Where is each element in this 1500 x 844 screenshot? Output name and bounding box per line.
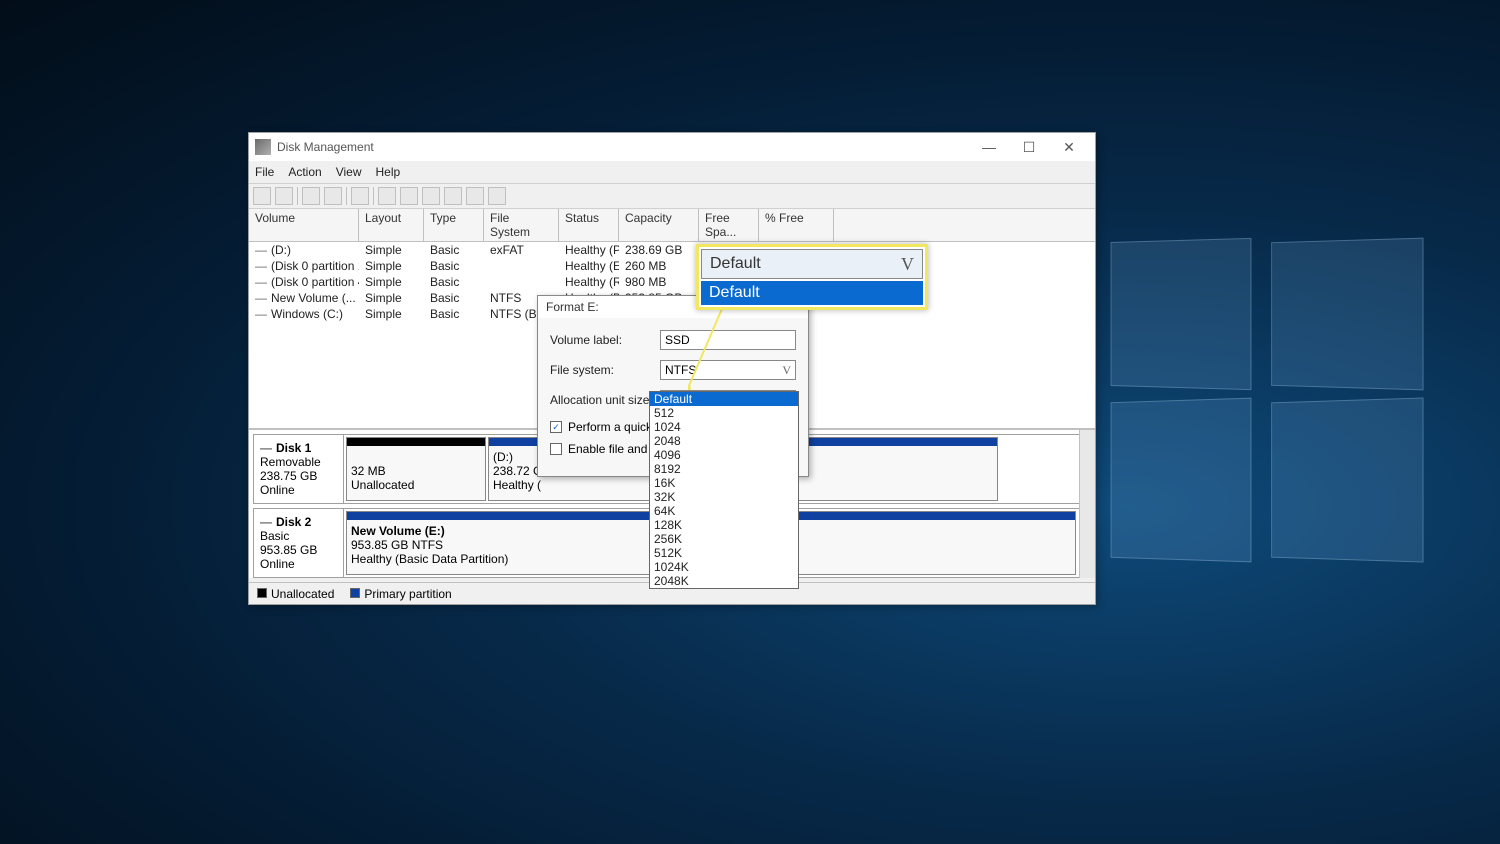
menu-help[interactable]: Help xyxy=(376,165,401,179)
back-button[interactable] xyxy=(253,187,271,205)
tb-btn-2[interactable] xyxy=(378,187,396,205)
menu-file[interactable]: File xyxy=(255,165,274,179)
app-icon xyxy=(255,139,271,155)
volume-list-header: Volume Layout Type File System Status Ca… xyxy=(249,209,1095,242)
disk-management-window: Disk Management — ☐ ✕ File Action View H… xyxy=(248,132,1096,605)
minimize-button[interactable]: — xyxy=(969,136,1009,158)
col-capacity[interactable]: Capacity xyxy=(619,209,699,241)
volume-label-input[interactable]: SSD xyxy=(660,330,796,350)
alloc-option[interactable]: 256K xyxy=(650,532,798,546)
col-filesystem[interactable]: File System xyxy=(484,209,559,241)
file-system-lbl: File system: xyxy=(550,363,660,377)
legend-primary: Primary partition xyxy=(350,587,451,601)
col-layout[interactable]: Layout xyxy=(359,209,424,241)
volume-row[interactable]: (D:)SimpleBasicexFATHealthy (P...238.69 … xyxy=(249,242,1095,258)
close-button[interactable]: ✕ xyxy=(1049,136,1089,158)
alloc-option[interactable]: 1024 xyxy=(650,420,798,434)
windows-logo xyxy=(1105,240,1425,560)
col-type[interactable]: Type xyxy=(424,209,484,241)
volume-row[interactable]: (Disk 0 partition 1)SimpleBasicHealthy (… xyxy=(249,258,1095,274)
menu-view[interactable]: View xyxy=(336,165,362,179)
callout-highlighted[interactable]: Default xyxy=(701,281,923,305)
maximize-button[interactable]: ☐ xyxy=(1009,136,1049,158)
titlebar[interactable]: Disk Management — ☐ ✕ xyxy=(249,133,1095,161)
col-status[interactable]: Status xyxy=(559,209,619,241)
alloc-option[interactable]: 64K xyxy=(650,504,798,518)
menubar: File Action View Help xyxy=(249,161,1095,183)
col-volume[interactable]: Volume xyxy=(249,209,359,241)
tb-btn-5[interactable] xyxy=(444,187,462,205)
col-free[interactable]: Free Spa... xyxy=(699,209,759,241)
tb-btn-4[interactable] xyxy=(422,187,440,205)
col-pct-free[interactable]: % Free xyxy=(759,209,834,241)
alloc-option[interactable]: 128K xyxy=(650,518,798,532)
alloc-option[interactable]: 2048 xyxy=(650,434,798,448)
callout-selected[interactable]: Default xyxy=(701,249,923,279)
refresh-button[interactable] xyxy=(351,187,369,205)
help-icon[interactable] xyxy=(324,187,342,205)
alloc-option[interactable]: 8192 xyxy=(650,462,798,476)
menu-action[interactable]: Action xyxy=(288,165,321,179)
forward-button[interactable] xyxy=(275,187,293,205)
alloc-option[interactable]: 1024K xyxy=(650,560,798,574)
tb-btn-7[interactable] xyxy=(488,187,506,205)
tb-btn-1[interactable] xyxy=(302,187,320,205)
tb-btn-6[interactable] xyxy=(466,187,484,205)
volume-row[interactable]: (Disk 0 partition 4)SimpleBasicHealthy (… xyxy=(249,274,1095,290)
alloc-option[interactable]: 4096 xyxy=(650,448,798,462)
alloc-option[interactable]: 16K xyxy=(650,476,798,490)
alloc-option[interactable]: 512K xyxy=(650,546,798,560)
alloc-option[interactable]: 512 xyxy=(650,406,798,420)
partition[interactable]: 32 MBUnallocated xyxy=(346,437,486,501)
volume-label-lbl: Volume label: xyxy=(550,333,660,347)
alloc-size-dropdown[interactable]: Default512102420484096819216K32K64K128K2… xyxy=(649,391,799,589)
alloc-size-lbl: Allocation unit size: xyxy=(550,393,660,407)
callout-zoom: Default Default xyxy=(696,244,928,310)
file-system-combo[interactable]: NTFS xyxy=(660,360,796,380)
vertical-scrollbar[interactable] xyxy=(1079,430,1095,578)
alloc-option[interactable]: Default xyxy=(650,392,798,406)
legend-unallocated: Unallocated xyxy=(257,587,334,601)
tb-btn-3[interactable] xyxy=(400,187,418,205)
window-title: Disk Management xyxy=(277,140,374,154)
alloc-option[interactable]: 32K xyxy=(650,490,798,504)
alloc-option[interactable]: 2048K xyxy=(650,574,798,588)
toolbar xyxy=(249,183,1095,209)
